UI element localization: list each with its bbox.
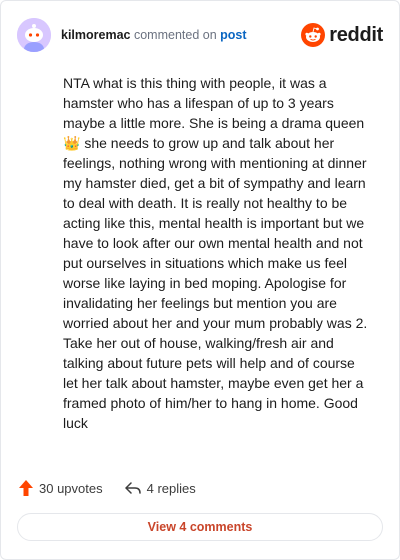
comment-header: kilmoremac commented on post reddit: [17, 17, 383, 53]
comment-attribution: kilmoremac commented on post: [61, 27, 247, 43]
user-avatar[interactable]: [17, 18, 51, 52]
comment-card: kilmoremac commented on post reddit NTA …: [0, 0, 400, 560]
upvote-button[interactable]: 30 upvotes: [19, 480, 103, 496]
comment-body: NTA what is this thing with people, it w…: [63, 75, 368, 431]
reply-count: 4 replies: [146, 480, 196, 496]
upvote-count: 30 upvotes: [39, 480, 103, 496]
reply-arrow-icon: [124, 482, 141, 494]
action-text: commented on: [133, 28, 217, 42]
username-link[interactable]: kilmoremac: [61, 28, 130, 42]
reddit-brand[interactable]: reddit: [301, 23, 383, 47]
post-link[interactable]: post: [220, 28, 246, 42]
view-comments-button[interactable]: View 4 comments: [17, 513, 383, 541]
snoo-avatar-icon: [17, 18, 51, 52]
upvote-arrow-icon: [19, 480, 33, 496]
comment-actions: 30 upvotes 4 replies: [19, 478, 196, 498]
replies-button[interactable]: 4 replies: [124, 480, 196, 496]
reddit-wordmark: reddit: [329, 23, 383, 46]
reddit-logo-icon: [301, 23, 326, 47]
